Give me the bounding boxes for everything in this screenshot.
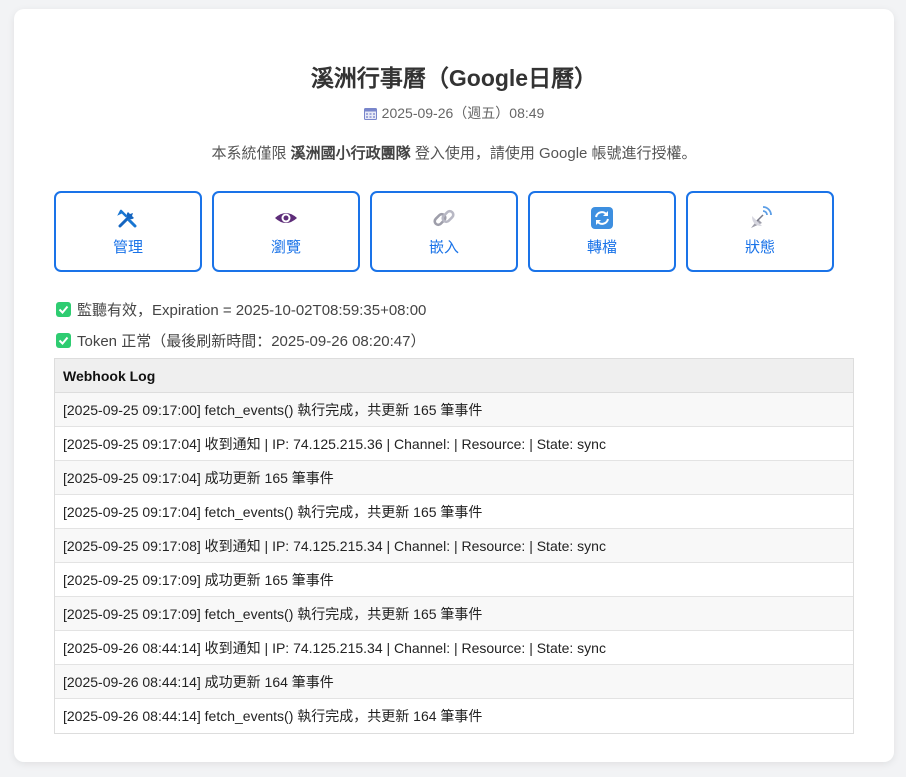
manage-button[interactable]: 管理	[54, 191, 202, 272]
log-row: [2025-09-26 08:44:14] 成功更新 164 筆事件	[55, 665, 853, 699]
log-row: [2025-09-25 09:17:09] fetch_events() 執行完…	[55, 597, 853, 631]
notice-prefix: 本系統僅限	[211, 145, 287, 162]
convert-button[interactable]: 轉檔	[528, 191, 676, 272]
date-line: 2025-09-26（週五）08:49	[14, 103, 894, 123]
log-row: [2025-09-25 09:17:04] fetch_events() 執行完…	[55, 495, 853, 529]
log-row: [2025-09-25 09:17:04] 收到通知 | IP: 74.125.…	[55, 427, 853, 461]
status-button[interactable]: 狀態	[686, 191, 834, 272]
webhook-log-table: Webhook Log [2025-09-25 09:17:00] fetch_…	[54, 358, 854, 734]
check-mark-icon	[56, 333, 71, 348]
log-row: [2025-09-26 08:44:14] 收到通知 | IP: 74.125.…	[55, 631, 853, 665]
embed-button-label: 嵌入	[428, 239, 459, 256]
satellite-icon	[748, 206, 772, 230]
convert-button-label: 轉檔	[586, 239, 617, 256]
page-title: 溪洲行事曆（Google日曆）	[310, 65, 598, 91]
log-row: [2025-09-25 09:17:04] 成功更新 165 筆事件	[55, 461, 853, 495]
browse-button-label: 瀏覽	[270, 239, 301, 256]
watch-status: 監聽有效，Expiration = 2025-10-02T08:59:35+08…	[56, 299, 426, 320]
log-row: [2025-09-26 08:44:14] fetch_events() 執行完…	[63, 708, 483, 724]
notice-suffix: 登入使用，請使用 Google 帳號進行授權。	[414, 145, 697, 162]
token-status: Token 正常（最後刷新時間：2025-09-26 08:20:47）	[56, 330, 425, 351]
calendar-icon	[363, 107, 377, 120]
watch-status-text: 監聽有效，Expiration = 2025-10-02T08:59:35+08…	[77, 302, 427, 319]
log-row: [2025-09-25 09:17:09] 成功更新 165 筆事件	[55, 563, 853, 597]
browse-button[interactable]: 瀏覽	[212, 191, 360, 272]
log-row: [2025-09-25 09:17:08] 收到通知 | IP: 74.125.…	[55, 529, 853, 563]
eye-icon	[274, 206, 298, 230]
token-status-text: Token 正常（最後刷新時間：2025-09-26 08:20:47）	[77, 333, 426, 350]
embed-button[interactable]: 嵌入	[370, 191, 518, 272]
log-row: [2025-09-25 09:17:00] fetch_events() 執行完…	[55, 393, 853, 427]
main-card: 溪洲行事曆（Google日曆） 2025-09-26（週五）08:49 本系統僅…	[14, 9, 894, 762]
check-mark-icon	[56, 302, 71, 317]
action-buttons: 管理 瀏覽 嵌入 轉檔 狀態	[54, 191, 854, 272]
webhook-log-body: [2025-09-25 09:17:00] fetch_events() 執行完…	[55, 393, 853, 733]
login-notice: 本系統僅限 溪洲國小行政團隊 登入使用，請使用 Google 帳號進行授權。	[14, 142, 894, 163]
link-icon	[432, 206, 456, 230]
webhook-log-header: Webhook Log	[55, 359, 853, 393]
manage-button-label: 管理	[112, 239, 143, 256]
tools-icon	[116, 206, 140, 230]
sync-icon	[590, 206, 614, 230]
notice-org: 溪洲國小行政團隊	[290, 145, 411, 162]
status-button-label: 狀態	[744, 239, 775, 256]
current-date: 2025-09-26（週五）08:49	[381, 105, 545, 121]
